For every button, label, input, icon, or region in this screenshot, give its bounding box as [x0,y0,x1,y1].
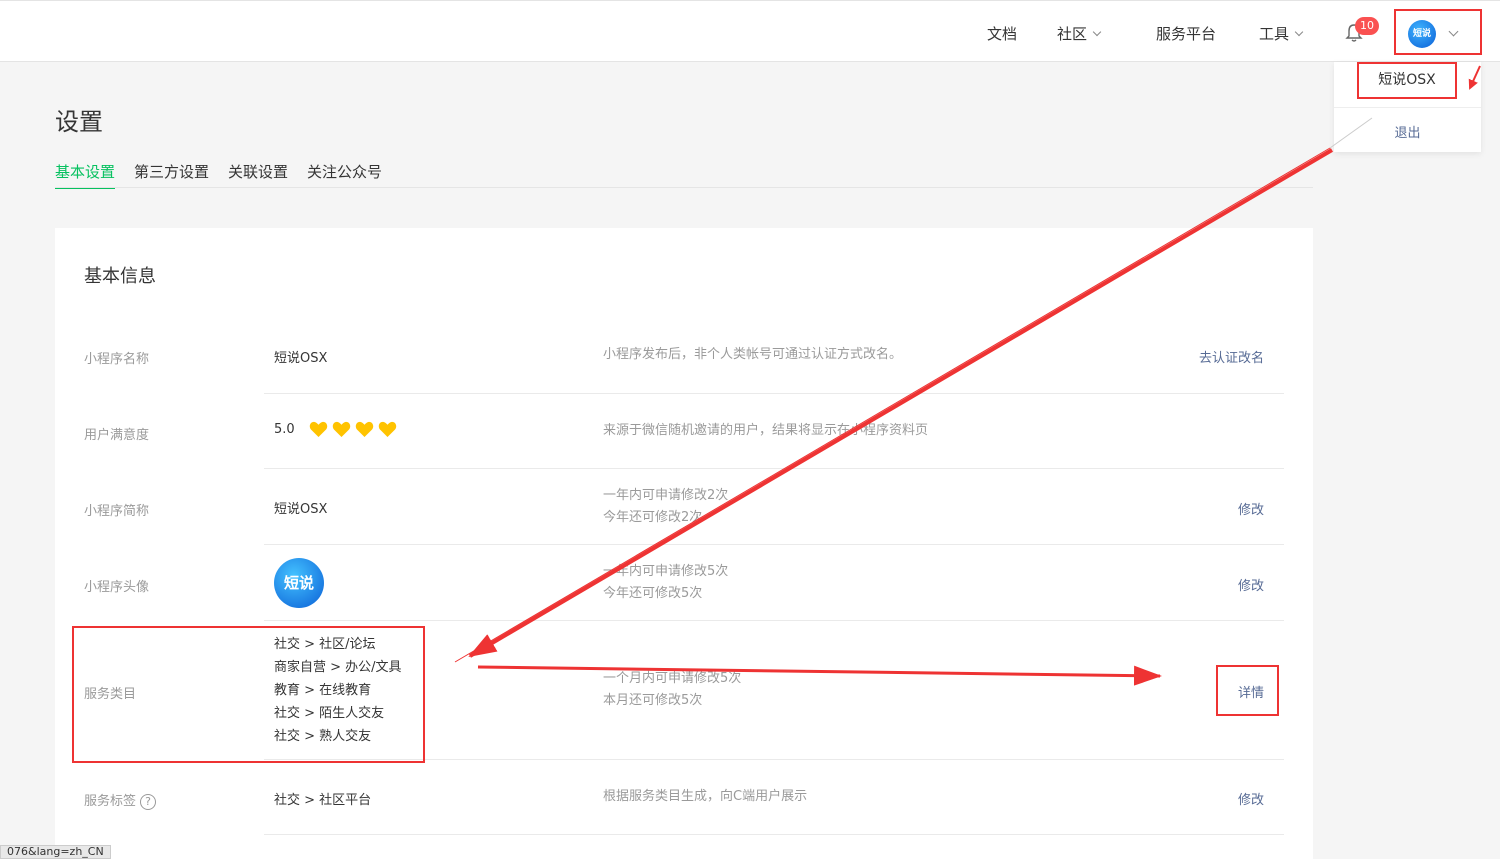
row-desc: 一年内可申请修改2次 今年还可修改2次 [603,488,729,525]
tab-association-settings[interactable]: 关联设置 [228,161,288,189]
rating-value: 5.0 [274,421,397,438]
account-dropdown: 短说OSX 退出 [1334,62,1481,152]
top-navigation-bar: 文档 社区 服务平台 工具 10 短说 [0,0,1500,62]
heart-icon [309,421,328,438]
tab-follow-official-account[interactable]: 关注公众号 [307,161,382,189]
row-value: 短说OSX [274,502,328,517]
row-divider [264,468,1284,469]
heart-icon [355,421,374,438]
settings-tabs: 基本设置 第三方设置 关联设置 关注公众号 [55,161,401,189]
row-label: 服务标签? [84,790,157,810]
heart-icon [378,421,397,438]
row-desc: 小程序发布后，非个人类帐号可通过认证方式改名。 [603,347,903,362]
nav-service-platform[interactable]: 服务平台 [1156,23,1216,44]
status-bar-url: 076&lang=zh_CN [0,845,111,859]
categories-highlight-box [72,626,425,763]
tab-basic-settings[interactable]: 基本设置 [55,161,116,189]
chevron-down-icon [1448,26,1459,37]
chevron-down-icon [1294,27,1304,37]
avatar: 短说 [1408,20,1436,48]
row-divider [264,544,1284,545]
heart-icon [332,421,351,438]
rating-hearts [309,421,397,438]
mini-program-avatar: 短说 [274,558,324,608]
nav-docs-label: 文档 [987,25,1018,43]
details-highlight-box [1216,665,1279,716]
dropdown-divider [1334,107,1481,108]
row-desc: 来源于微信随机邀请的用户，结果将显示在小程序资料页 [603,423,929,438]
tab-third-party-settings[interactable]: 第三方设置 [134,161,209,189]
nav-service-platform-label: 服务平台 [1156,25,1217,43]
account-menu-trigger[interactable]: 短说 [1394,9,1482,55]
tabs-divider [55,187,1313,188]
chevron-down-icon [1092,27,1102,37]
rating-score: 5.0 [274,422,295,437]
row-desc: 一个月内可申请修改5次 本月还可修改5次 [603,671,742,708]
nav-community-label: 社区 [1057,25,1088,43]
row-label: 小程序名称 [84,352,150,367]
help-icon[interactable]: ? [140,793,157,810]
certify-rename-link[interactable]: 去认证改名 [1199,347,1264,366]
nav-community[interactable]: 社区 [1057,23,1102,44]
row-value: 社交 > 社区平台 [274,793,372,808]
row-divider [264,834,1284,835]
row-divider [264,393,1284,394]
dropdown-account-name[interactable]: 短说OSX [1357,62,1457,99]
basic-info-card: 基本信息 小程序名称 短说OSX 小程序发布后，非个人类帐号可通过认证方式改名。… [55,228,1313,859]
row-desc: 根据服务类目生成，向C端用户展示 [603,789,808,804]
row-label: 用户满意度 [84,428,150,443]
row-value: 短说OSX [274,351,328,366]
page-title: 设置 [55,108,103,136]
nav-tools-label: 工具 [1259,25,1290,43]
notification-badge: 10 [1355,17,1379,35]
nav-docs[interactable]: 文档 [987,23,1017,44]
logout-button[interactable]: 退出 [1334,122,1481,141]
nav-tools[interactable]: 工具 [1259,23,1304,44]
row-desc: 一年内可申请修改5次 今年还可修改5次 [603,564,729,601]
row-divider [264,620,1284,621]
card-title: 基本信息 [84,266,156,287]
row-label: 小程序简称 [84,504,150,519]
edit-avatar-link[interactable]: 修改 [1238,575,1264,594]
row-label: 小程序头像 [84,580,150,595]
edit-service-tags-link[interactable]: 修改 [1238,789,1264,808]
edit-short-name-link[interactable]: 修改 [1238,499,1264,518]
